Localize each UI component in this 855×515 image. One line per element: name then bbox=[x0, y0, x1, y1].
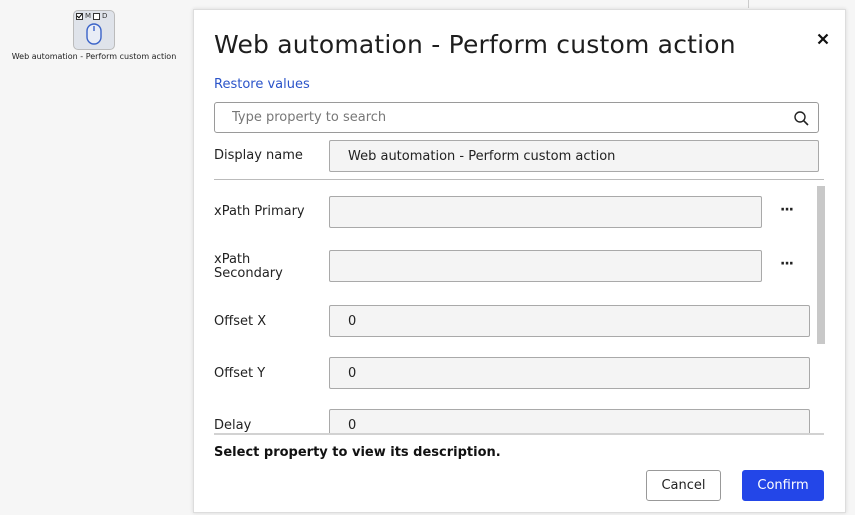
m-checkbox[interactable] bbox=[76, 12, 83, 20]
divider-bottom bbox=[214, 433, 824, 435]
xpath-primary-input[interactable] bbox=[346, 204, 738, 221]
d-flag-label: D bbox=[102, 12, 108, 20]
mouse-icon bbox=[86, 23, 102, 45]
xpath-primary-field[interactable] bbox=[329, 196, 762, 228]
xpath-secondary-label: xPath Secondary bbox=[214, 252, 283, 281]
d-checkbox[interactable] bbox=[93, 12, 101, 20]
node-flags: M D bbox=[76, 12, 107, 20]
search-input[interactable] bbox=[230, 109, 774, 126]
delay-field[interactable] bbox=[329, 409, 810, 434]
canvas-divider bbox=[748, 0, 749, 8]
dialog-title: Web automation - Perform custom action bbox=[214, 30, 736, 59]
offset-y-label: Offset Y bbox=[214, 366, 266, 381]
property-search[interactable] bbox=[214, 102, 819, 133]
workflow-canvas[interactable]: M D Web automation - Perform custom acti… bbox=[0, 0, 855, 515]
properties-dialog: Web automation - Perform custom action R… bbox=[193, 9, 846, 513]
m-flag-label: M bbox=[85, 12, 92, 20]
property-description: Select property to view its description. bbox=[214, 445, 501, 460]
display-name-label: Display name bbox=[214, 148, 303, 163]
display-name-field[interactable] bbox=[329, 140, 819, 172]
xpath-secondary-input[interactable] bbox=[346, 258, 738, 275]
search-icon[interactable] bbox=[794, 111, 809, 126]
scrollbar[interactable] bbox=[817, 186, 825, 344]
node-label: Web automation - Perform custom action bbox=[11, 52, 177, 61]
offset-y-input[interactable] bbox=[346, 365, 782, 382]
delay-input[interactable] bbox=[346, 417, 782, 434]
delay-label: Delay bbox=[214, 418, 252, 433]
offset-y-field[interactable] bbox=[329, 357, 810, 389]
cancel-button[interactable]: Cancel bbox=[646, 470, 721, 501]
properties-list[interactable]: xPath Primary ··· xPath Secondary ··· Of… bbox=[194, 180, 845, 434]
offset-x-field[interactable] bbox=[329, 305, 810, 337]
offset-x-input[interactable] bbox=[346, 313, 782, 330]
display-name-input[interactable] bbox=[346, 148, 790, 165]
xpath-primary-picker-button[interactable]: ··· bbox=[780, 202, 794, 218]
close-icon[interactable] bbox=[815, 31, 831, 47]
xpath-primary-label: xPath Primary bbox=[214, 204, 305, 219]
restore-values-link[interactable]: Restore values bbox=[214, 77, 310, 92]
confirm-button[interactable]: Confirm bbox=[742, 470, 824, 501]
xpath-secondary-picker-button[interactable]: ··· bbox=[780, 256, 794, 272]
offset-x-label: Offset X bbox=[214, 314, 267, 329]
xpath-secondary-field[interactable] bbox=[329, 250, 762, 282]
node-box[interactable]: M D bbox=[73, 10, 115, 50]
